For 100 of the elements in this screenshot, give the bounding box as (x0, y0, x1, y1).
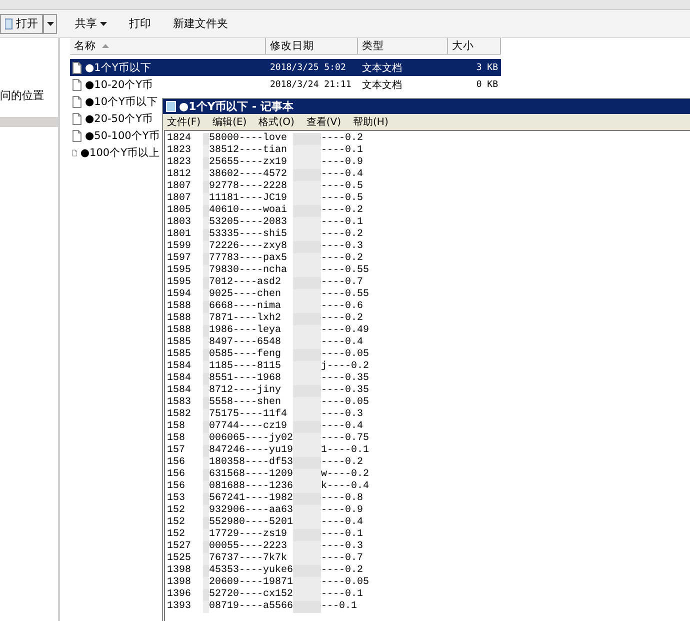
menu-item[interactable]: 帮助(H) (353, 115, 388, 129)
text-fragment: 1595 (167, 265, 192, 277)
text-fragment: ----0.35 (321, 385, 370, 397)
redaction-blur (293, 421, 321, 433)
redaction-blur (293, 313, 321, 325)
window-title: ●1个Y币以下 - 记事本 (179, 99, 294, 114)
text-fragment: 38512----tian (209, 145, 288, 157)
redaction-blur (293, 169, 321, 181)
text-fragment: 53335----shi5 (209, 229, 288, 241)
file-name: ●20-50个Y币 (85, 112, 154, 126)
menu-item[interactable]: 格式(O) (258, 115, 294, 129)
redaction-blur (293, 145, 321, 157)
text-fragment: 1588 (167, 301, 192, 313)
toolbar-button[interactable]: 新建文件夹 (169, 14, 232, 34)
open-button[interactable]: 打开 (0, 14, 43, 34)
document-icon (72, 146, 78, 158)
menu-item[interactable]: 查看(V) (306, 115, 342, 129)
text-fragment: ----0.05 (321, 349, 370, 360)
dropdown-button[interactable] (43, 14, 57, 34)
text-fragment: 52720----cx152 (209, 589, 293, 601)
redaction-blur (293, 541, 321, 553)
text-fragment: 53205----2083 (209, 217, 288, 228)
text-fragment: 72226----zxy8 (209, 241, 288, 253)
text-fragment: ----0.4 (321, 337, 364, 349)
text-fragment: 1393 (167, 601, 192, 613)
text-fragment: 7012----asd2 (209, 277, 282, 288)
text-fragment: ----0.35 (321, 373, 370, 385)
file-row[interactable]: ●100个Y币以上 (70, 144, 160, 161)
text-fragment: 75175----11f4 (209, 409, 288, 421)
text-fragment: 7871----lxh2 (209, 313, 282, 324)
text-fragment: ----0.9 (321, 157, 364, 169)
text-fragment: 152 (167, 517, 186, 529)
text-fragment: 1398 (167, 565, 192, 577)
text-fragment: 17729----zs19 (209, 529, 288, 541)
text-fragment: 1585 (167, 337, 192, 349)
redaction-blur (293, 373, 321, 385)
redaction-blur (293, 517, 321, 529)
text-fragment: 1588 (167, 313, 192, 325)
text-fragment: 1525 (167, 553, 192, 565)
folder-icon (5, 18, 13, 30)
nav-item[interactable]: 问的位置 (0, 88, 58, 103)
redaction-blur (293, 241, 321, 253)
text-fragment: ----0.5 (321, 193, 364, 205)
text-fragment: 1823 (167, 145, 192, 157)
text-fragment: ----0.2 (321, 565, 364, 577)
column-header[interactable]: 类型 (358, 38, 448, 54)
text-fragment: 1986----leya (209, 325, 282, 337)
text-fragment: ----0.55 (321, 265, 370, 277)
column-header[interactable]: 修改日期 (266, 38, 358, 54)
redaction-blur (293, 181, 321, 193)
file-date: 2018/3/25 5:02 (269, 62, 347, 72)
redaction-blur (293, 601, 321, 613)
document-icon (72, 130, 82, 142)
text-fragment: ----0.4 (321, 421, 364, 433)
menu-item[interactable]: 编辑(E) (212, 115, 247, 129)
text-fragment: 76737----7k7k (209, 553, 288, 564)
text-fragment: 1583 (167, 397, 192, 409)
text-fragment: ----0.1 (321, 145, 364, 157)
file-row[interactable]: ●50-100个Y币 (70, 127, 160, 144)
text-fragment: 1584 (167, 373, 192, 385)
column-header[interactable]: 大小 (448, 38, 501, 54)
menu-item[interactable]: 文件(F) (167, 115, 201, 129)
redaction-blur (293, 577, 321, 589)
text-fragment: ----0.6 (321, 301, 364, 313)
text-fragment: 156 (167, 469, 186, 481)
text-fragment: w----0.2 (321, 469, 370, 480)
file-row[interactable]: ●20-50个Y币 (70, 110, 160, 127)
text-fragment: 1594 (167, 289, 192, 301)
text-fragment: 152 (167, 529, 186, 541)
text-fragment: ----0.2 (321, 253, 364, 265)
text-fragment: ----0.05 (321, 577, 370, 589)
toolbar-button[interactable]: 打印 (125, 14, 155, 34)
text-fragment: 6668----nima (209, 301, 282, 312)
file-row[interactable]: ●10-20个Y币 2018/3/24 21:11 文本文档 0 KB (70, 76, 501, 93)
text-fragment: ----0.1 (321, 529, 364, 541)
text-fragment: 1582 (167, 409, 192, 421)
text-fragment: 1823 (167, 157, 192, 169)
caret-icon (46, 22, 54, 26)
text-fragment: 180358----df53 (209, 457, 293, 469)
text-fragment: 1595 (167, 277, 192, 289)
redaction-blur (293, 397, 321, 409)
text-fragment: 1----0.1 (321, 445, 370, 457)
column-header[interactable]: 名称 (70, 38, 266, 54)
redaction-blur (293, 289, 321, 301)
notepad-icon (166, 101, 176, 112)
text-fragment: 40610----woai (209, 205, 288, 217)
document-icon (72, 96, 82, 108)
text-fragment: 5558----shen (209, 397, 282, 408)
text-fragment: 153 (167, 493, 186, 505)
text-fragment: ----0.2 (321, 133, 364, 145)
file-row[interactable]: ●1个Y币以下 2018/3/25 5:02 文本文档 3 KB (70, 59, 501, 76)
text-fragment: 1588 (167, 325, 192, 337)
redaction-blur (293, 301, 321, 313)
redaction-blur (293, 433, 321, 445)
text-fragment: 1812 (167, 169, 192, 181)
share-button[interactable]: 共享 (71, 14, 111, 34)
file-row[interactable]: ●10个Y币以下 (70, 93, 160, 110)
text-fragment: 0585----feng (209, 349, 282, 361)
redaction-blur (293, 565, 321, 577)
text-fragment: 552980----5201 (209, 517, 293, 529)
